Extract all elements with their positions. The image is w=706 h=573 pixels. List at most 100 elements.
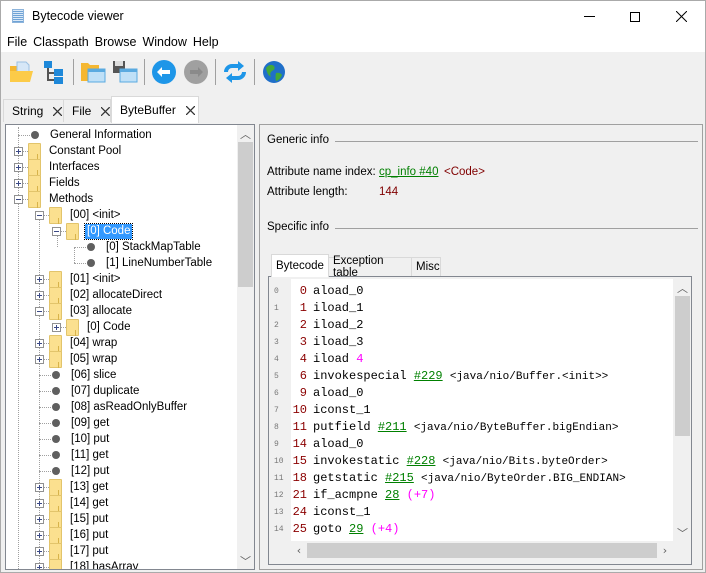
tree-item[interactable]: [0] Code xyxy=(66,222,134,240)
tab-bytebuffer[interactable]: ByteBuffer xyxy=(111,96,199,123)
menu-help[interactable]: Help xyxy=(190,32,222,52)
tree-item[interactable]: [00] <init> xyxy=(49,206,123,224)
scroll-left-arrow[interactable]: ‹ xyxy=(291,542,307,559)
expand-icon[interactable] xyxy=(35,339,44,348)
menu-file[interactable]: File xyxy=(4,32,30,52)
tree-item[interactable]: [01] <init> xyxy=(49,270,123,288)
operand-link[interactable]: #215 xyxy=(385,471,414,485)
collapse-icon[interactable] xyxy=(35,307,44,316)
tree-item[interactable]: [11] get xyxy=(49,447,111,463)
tab-misc[interactable]: Misc xyxy=(411,257,441,276)
expand-icon[interactable] xyxy=(14,163,23,172)
back-button[interactable] xyxy=(150,58,178,86)
browse-classpath-button[interactable] xyxy=(40,58,68,86)
tree-item[interactable]: [07] duplicate xyxy=(49,383,141,399)
web-button[interactable] xyxy=(260,58,288,86)
section-divider xyxy=(335,228,698,229)
expand-icon[interactable] xyxy=(35,499,44,508)
operand-link[interactable]: 29 xyxy=(349,522,363,536)
operand-link[interactable]: #211 xyxy=(378,420,407,434)
operand-link[interactable]: #228 xyxy=(407,454,436,468)
scroll-up-arrow[interactable]: ︿ xyxy=(674,279,691,296)
leaf-node-icon xyxy=(87,259,95,267)
tree-item[interactable]: Constant Pool xyxy=(28,142,123,160)
tree-item[interactable]: [08] asReadOnlyBuffer xyxy=(49,399,189,415)
tree-vertical-scrollbar[interactable]: ︿ ﹀ xyxy=(237,125,254,569)
expand-icon[interactable] xyxy=(35,483,44,492)
tree-item[interactable]: [17] put xyxy=(49,542,110,560)
tree-item[interactable]: [12] put xyxy=(49,463,111,479)
open-window-button[interactable] xyxy=(79,58,107,86)
scroll-thumb[interactable] xyxy=(238,142,253,287)
expand-icon[interactable] xyxy=(14,147,23,156)
operand-link[interactable]: #229 xyxy=(414,369,443,383)
collapse-icon[interactable] xyxy=(52,227,61,236)
tree-item[interactable]: [13] get xyxy=(49,478,110,496)
attr-name-index-link[interactable]: cp_info #40 xyxy=(379,166,438,178)
tree-item[interactable]: [1] LineNumberTable xyxy=(84,255,214,271)
expand-icon[interactable] xyxy=(52,323,61,332)
tree-item[interactable]: [16] put xyxy=(49,526,110,544)
expand-icon[interactable] xyxy=(35,355,44,364)
scroll-right-arrow[interactable]: › xyxy=(657,542,673,559)
attr-length-label: Attribute length: xyxy=(267,186,348,198)
tree-item[interactable]: [09] get xyxy=(49,415,111,431)
tab-file[interactable]: File xyxy=(63,99,111,122)
expand-icon[interactable] xyxy=(35,291,44,300)
code-vertical-scrollbar[interactable]: ︿ ﹀ xyxy=(674,279,691,541)
tab-exception-table[interactable]: Exception table xyxy=(328,255,412,279)
scroll-down-arrow[interactable]: ﹀ xyxy=(237,552,254,569)
tree-item[interactable]: General Information xyxy=(28,127,154,143)
tree-item[interactable]: [15] put xyxy=(49,510,110,528)
line-number: 11 xyxy=(274,474,284,483)
menu-window[interactable]: Window xyxy=(139,32,189,52)
minimize-icon xyxy=(583,16,595,17)
menu-browse[interactable]: Browse xyxy=(92,32,140,52)
expand-icon[interactable] xyxy=(14,179,23,188)
tree-item-label: Fields xyxy=(49,176,80,189)
tree-item[interactable]: [0] StackMapTable xyxy=(84,239,203,255)
bytecode-offset: 15 xyxy=(292,454,307,468)
class-structure-tree[interactable]: General Information Constant Pool Interfac… xyxy=(5,124,255,570)
tree-item[interactable]: [04] wrap xyxy=(49,334,119,352)
scroll-thumb[interactable] xyxy=(675,296,690,436)
save-window-button[interactable] xyxy=(111,58,139,86)
expand-icon[interactable] xyxy=(35,515,44,524)
tree-item[interactable]: Interfaces xyxy=(28,158,102,176)
tree-item[interactable]: [0] Code xyxy=(66,318,132,336)
operand-link[interactable]: 28 xyxy=(385,488,399,502)
tree-item[interactable]: Fields xyxy=(28,174,82,192)
tree-item[interactable]: [03] allocate xyxy=(49,302,134,320)
tree-item[interactable]: [06] slice xyxy=(49,367,118,383)
tree-item[interactable]: [02] allocateDirect xyxy=(49,286,164,304)
expand-icon[interactable] xyxy=(35,275,44,284)
tree-item[interactable]: [10] put xyxy=(49,431,111,447)
expand-icon[interactable] xyxy=(35,563,44,569)
minimize-button[interactable] xyxy=(566,1,612,32)
open-class-button[interactable] xyxy=(8,58,36,86)
collapse-icon[interactable] xyxy=(14,195,23,204)
reload-button[interactable] xyxy=(221,58,249,86)
tree-item[interactable]: [05] wrap xyxy=(49,350,119,368)
collapse-icon[interactable] xyxy=(35,211,44,220)
maximize-button[interactable] xyxy=(612,1,658,32)
operand-number: 4 xyxy=(356,352,364,366)
code-horizontal-scrollbar[interactable]: ‹ › xyxy=(291,542,673,559)
close-tab-icon[interactable] xyxy=(185,105,195,115)
forward-icon xyxy=(184,60,208,84)
scroll-thumb[interactable] xyxy=(307,543,657,558)
close-window-button[interactable] xyxy=(658,1,704,32)
expand-icon[interactable] xyxy=(35,531,44,540)
bytecode-listing[interactable]: 0 0 aload_0 1 1 iload_1 2 2 iload_2 3 3 iload_3 4 4 il… xyxy=(271,279,673,541)
close-tab-icon[interactable] xyxy=(53,106,63,116)
scroll-up-arrow[interactable]: ︿ xyxy=(237,125,254,142)
tree-item[interactable]: [18] hasArray xyxy=(49,558,140,569)
expand-icon[interactable] xyxy=(35,547,44,556)
tab-bytecode[interactable]: Bytecode xyxy=(271,254,329,277)
tree-item[interactable]: [14] get xyxy=(49,494,110,512)
close-tab-icon[interactable] xyxy=(101,106,110,116)
tree-item[interactable]: Methods xyxy=(28,190,95,208)
menu-classpath[interactable]: Classpath xyxy=(30,32,92,52)
scroll-down-arrow[interactable]: ﹀ xyxy=(674,524,691,541)
tab-string[interactable]: String xyxy=(3,99,64,122)
